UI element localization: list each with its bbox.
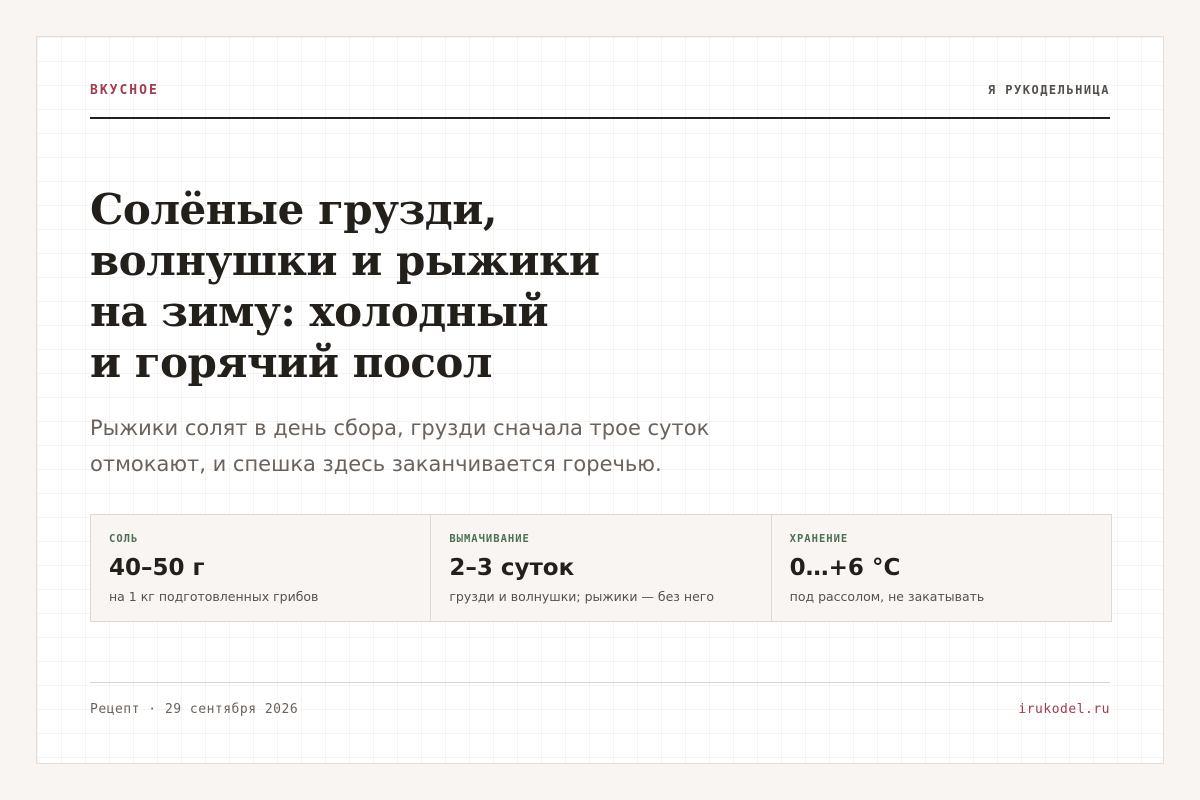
stats-panel: СОЛЬ 40–50 г на 1 кг подготовленных гриб… [90, 514, 1112, 622]
site-name[interactable]: Я РУКОДЕЛЬНИЦА [988, 83, 1110, 97]
page-title: Солёные грузди, волнушки и рыжики на зим… [90, 184, 650, 388]
top-bar: ВКУСНОЕ Я РУКОДЕЛЬНИЦА [90, 83, 1110, 119]
title-line: и горячий посол [90, 338, 493, 387]
stat-value: 2–3 суток [449, 555, 575, 581]
stat-salt: СОЛЬ 40–50 г на 1 кг подготовленных гриб… [91, 515, 432, 621]
article-card: ВКУСНОЕ Я РУКОДЕЛЬНИЦА Солёные грузди, в… [36, 36, 1164, 764]
publish-meta: Рецепт · 29 сентября 2026 [90, 702, 299, 717]
lead-paragraph: Рыжики солят в день сбора, грузди сначал… [90, 416, 710, 476]
stat-value: 40–50 г [109, 555, 205, 581]
title-line: волнушки и рыжики [90, 236, 600, 285]
title-line: Солёные грузди, [90, 185, 498, 234]
stat-soaking: ВЫМАЧИВАНИЕ 2–3 суток грузди и волнушки;… [431, 515, 772, 621]
stat-label: ХРАНЕНИЕ [789, 533, 849, 545]
stat-note: грузди и волнушки; рыжики — без него [449, 589, 714, 604]
stat-note: на 1 кг подготовленных грибов [109, 589, 319, 604]
footer: Рецепт · 29 сентября 2026 irukodel.ru [90, 682, 1110, 717]
section-kicker[interactable]: ВКУСНОЕ [90, 83, 159, 98]
site-domain-link[interactable]: irukodel.ru [1018, 702, 1110, 717]
stat-label: ВЫМАЧИВАНИЕ [449, 533, 530, 545]
stat-label: СОЛЬ [109, 533, 139, 545]
title-line: на зиму: холодный [90, 287, 549, 336]
stat-value: 0…+6 °C [789, 555, 901, 581]
stat-storage: ХРАНЕНИЕ 0…+6 °C под рассолом, не закаты… [772, 515, 1111, 621]
stat-note: под рассолом, не закатывать [789, 589, 985, 604]
